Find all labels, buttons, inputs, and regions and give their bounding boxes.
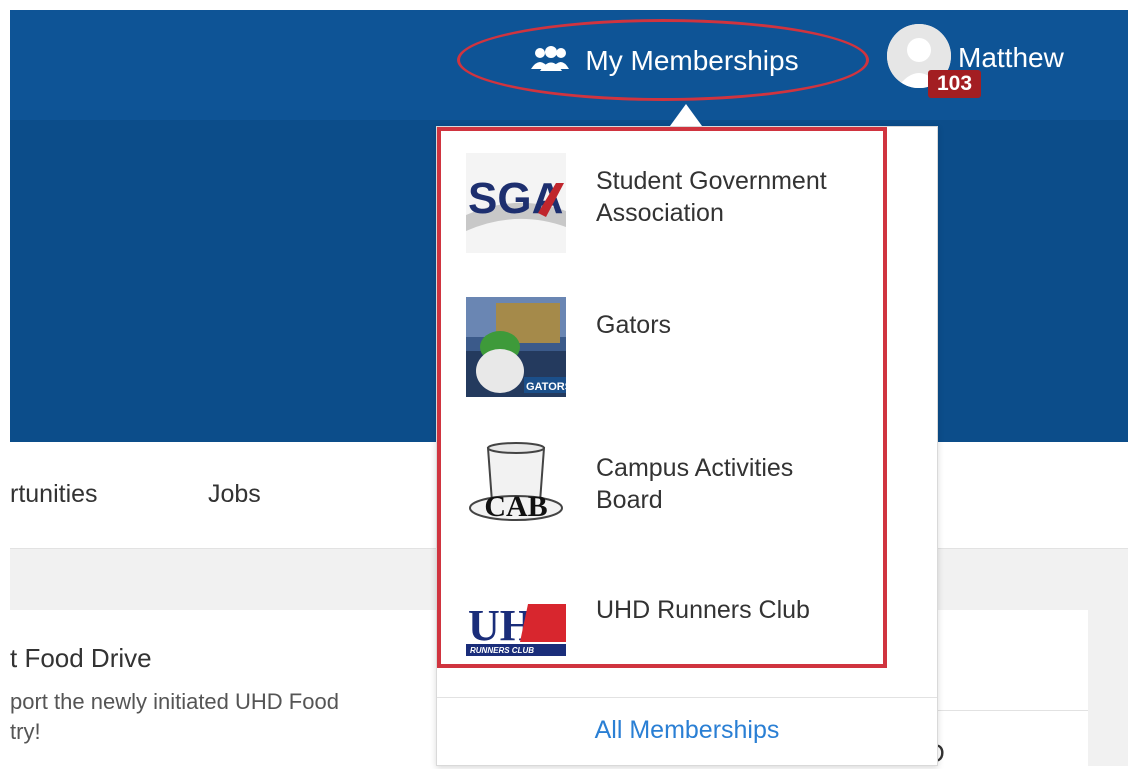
svg-text:GATORS: GATORS — [526, 381, 566, 393]
label-line: Board — [596, 486, 663, 514]
card-description: port the newly initiated UHD Food try! — [10, 687, 440, 747]
label-line: Student Government — [596, 167, 827, 195]
tab-jobs[interactable]: Jobs — [208, 480, 261, 509]
my-memberships-button[interactable]: My Memberships — [460, 22, 870, 100]
membership-label: Student Government Association — [596, 165, 827, 229]
membership-item-uhd-runners[interactable]: UHD RUNNERS CLUB UHD Runners Club — [466, 582, 881, 682]
sga-logo-icon: SGA — [466, 153, 566, 253]
uhd-runners-logo-icon: UHD RUNNERS CLUB — [466, 582, 566, 682]
card-text-line: try! — [10, 719, 41, 744]
all-memberships-link[interactable]: All Memberships — [437, 716, 937, 745]
dropdown-caret — [670, 104, 702, 126]
my-memberships-label: My Memberships — [585, 45, 799, 76]
card-title[interactable]: t Food Drive — [10, 643, 152, 674]
membership-label: UHD Runners Club — [596, 594, 810, 626]
svg-text:RUNNERS CLUB: RUNNERS CLUB — [470, 646, 534, 655]
dropdown-divider — [437, 697, 937, 698]
label-line: Gators — [596, 311, 672, 339]
label-line: Association — [596, 199, 724, 227]
membership-item-cab[interactable]: CAB Campus Activities Board — [466, 440, 881, 540]
membership-label: Campus Activities Board — [596, 452, 793, 516]
card-text-line: port the newly initiated UHD Food — [10, 689, 339, 714]
label-line: UHD Runners Club — [596, 596, 810, 624]
membership-item-gators[interactable]: GATORS Gators — [466, 297, 881, 397]
tab-opportunities[interactable]: rtunities — [10, 480, 98, 509]
label-line: Campus Activities — [596, 454, 794, 482]
svg-text:CAB: CAB — [484, 490, 547, 523]
divider — [938, 710, 1088, 711]
group-icon — [531, 45, 570, 78]
membership-item-sga[interactable]: SGA Student Government Association — [466, 153, 881, 253]
gators-logo-icon: GATORS — [466, 297, 572, 397]
cab-logo-icon: CAB — [466, 440, 566, 540]
notification-badge[interactable]: 103 — [928, 70, 982, 98]
membership-label: Gators — [596, 309, 671, 341]
